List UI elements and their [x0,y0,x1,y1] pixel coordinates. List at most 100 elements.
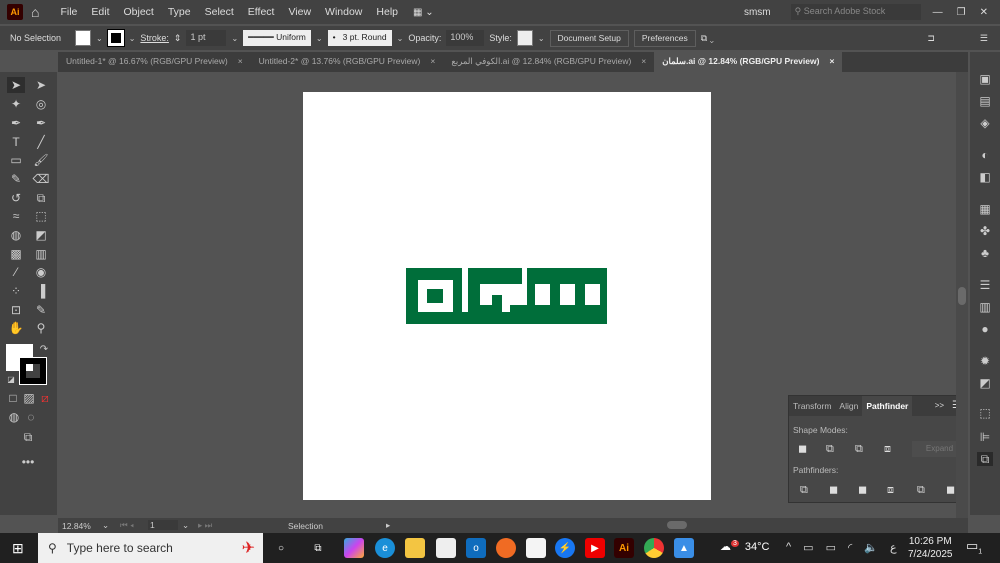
chevron-down-icon[interactable]: ⌄ [129,34,136,43]
wifi-icon[interactable]: ◜ [848,541,852,554]
taskbar-search-input[interactable]: Type here to search [67,541,173,555]
appearance-icon[interactable]: ✹ [977,354,993,368]
weather-widget[interactable]: ☁ 3 34°C [720,540,769,553]
column-graph-tool-icon[interactable]: ▐ [32,283,50,299]
paintbrush-tool-icon[interactable]: 🖌 [32,152,50,168]
variable-width-profile[interactable]: ━━━━━ Uniform [243,30,311,46]
direct-selection-tool-icon[interactable]: ➤ [32,77,50,93]
tab-pathfinder[interactable]: Pathfinder [862,396,913,416]
pen-tool-icon[interactable]: ✒ [7,115,25,131]
transform-icon[interactable]: ⬚ [977,406,993,420]
menu-effect[interactable]: Effect [241,6,282,18]
outlook-icon[interactable]: o [466,538,486,558]
chevron-down-icon[interactable]: ⌄ [538,34,545,43]
opacity-input[interactable]: 100% [446,30,485,46]
color-guide-icon[interactable]: ◧ [977,170,993,184]
rotate-tool-icon[interactable]: ↺ [7,190,25,206]
tab-untitled-1[interactable]: Untitled-1* @ 16.67% (RGB/GPU Preview) × [58,52,251,72]
free-transform-tool-icon[interactable]: ⬚ [32,208,50,224]
tab-transform[interactable]: Transform [789,396,835,416]
menu-object[interactable]: Object [116,6,160,18]
menu-edit[interactable]: Edit [84,6,116,18]
menu-view[interactable]: View [281,6,318,18]
more-tools-icon[interactable]: ••• [19,454,37,470]
input-language[interactable]: ع [890,541,897,554]
menu-window[interactable]: Window [318,6,369,18]
task-view-icon[interactable]: ⧉ [308,538,328,558]
exclude-icon[interactable]: ⧈ [884,443,896,455]
current-tool-status[interactable]: Selection [288,521,323,531]
stroke-label[interactable]: Stroke: [140,33,169,43]
merge-icon[interactable]: ◼ [858,484,870,496]
rectangle-tool-icon[interactable]: ▭ [7,152,25,168]
default-colors-icon[interactable]: ◪ [2,372,20,388]
chevron-down-icon[interactable]: ⌄ [316,34,323,43]
swatches-icon[interactable]: ▦ [977,202,993,216]
close-tab-icon[interactable]: × [829,56,834,68]
stroke-stepper[interactable]: ⇕ [174,33,182,44]
unite-icon[interactable]: ◼ [798,443,810,455]
brush-definition[interactable]: • 3 pt. Round [327,30,392,46]
arrange-icon[interactable]: ⧉ ⌄ [701,33,714,44]
preferences-button[interactable]: Preferences [633,29,696,47]
taskbar-search[interactable]: ⚲ Type here to search ✈ [38,533,263,563]
menu-file[interactable]: File [53,6,84,18]
graphic-styles-icon[interactable]: ◩ [977,376,993,390]
horizontal-scrollbar[interactable] [403,519,953,531]
magic-wand-tool-icon[interactable]: ✦ [7,96,25,112]
artboard[interactable] [303,92,711,500]
scale-tool-icon[interactable]: ⧉ [32,190,50,206]
tab-untitled-2[interactable]: Untitled-2* @ 13.76% (RGB/GPU Preview) × [251,52,444,72]
stroke-icon[interactable]: ☰ [977,278,993,292]
crop-icon[interactable]: ⧈ [887,484,899,496]
hand-tool-icon[interactable]: ✋ [7,320,25,336]
chrome-icon[interactable] [644,538,664,558]
menu-type[interactable]: Type [161,6,198,18]
photos-icon[interactable]: ▲ [674,538,694,558]
draw-normal-icon[interactable]: ◍ [5,409,23,425]
shaper-tool-icon[interactable]: ✎ [7,171,25,187]
close-tab-icon[interactable]: × [238,56,243,68]
microsoft-store-icon[interactable] [436,538,456,558]
artboard-number[interactable]: 1 [148,520,178,530]
status-menu-icon[interactable]: ▸ [386,520,390,531]
stock-search-input[interactable]: Search Adobe Stock [804,6,886,16]
stroke-color-swatch[interactable] [19,357,47,385]
copilot-icon[interactable] [344,538,364,558]
panel-menu-icon[interactable]: ☰ [980,33,988,44]
warp-tool-icon[interactable]: ≈ [7,208,25,224]
chevron-down-icon[interactable]: ⌄ [96,34,103,43]
fill-swatch[interactable] [75,30,91,46]
gradient-tool-icon[interactable]: ▥ [32,246,50,262]
slice-tool-icon[interactable]: ✎ [32,302,50,318]
perspective-grid-tool-icon[interactable]: ◩ [32,227,50,243]
libraries-icon[interactable]: ▤ [977,94,993,108]
shape-builder-tool-icon[interactable]: ◍ [7,227,25,243]
draw-behind-icon[interactable]: ◌ [22,409,40,425]
close-icon[interactable]: ✕ [980,7,988,18]
pathfinder-icon[interactable]: ⧉ [977,452,993,466]
vertical-scrollbar[interactable] [956,72,968,518]
file-explorer-icon[interactable] [405,538,425,558]
swap-colors-icon[interactable]: ↷ [35,342,53,358]
volume-icon[interactable]: 🔈 [864,541,878,554]
artboard-tool-icon[interactable]: ⊡ [7,302,25,318]
screen-mode-icon[interactable]: ⧉ [19,429,37,445]
document-setup-button[interactable]: Document Setup [549,29,629,47]
tab-align[interactable]: Align [835,396,862,416]
tab-kufi-square[interactable]: الكوفي المربع.ai @ 12.84% (RGB/GPU Previ… [443,52,654,72]
lasso-tool-icon[interactable]: ◎ [32,96,50,112]
battery-icon[interactable]: ▭ [826,541,836,554]
stock-search[interactable]: ⚲ Search Adobe Stock [790,4,921,20]
zoom-level[interactable]: 12.84% [62,521,91,531]
arrange-documents-icon[interactable]: ▦ ⌄ [413,7,434,18]
trim-icon[interactable]: ◼ [829,484,841,496]
firefox-icon[interactable] [496,538,516,558]
kufic-salman-logo[interactable] [303,92,711,500]
stroke-swatch[interactable] [106,29,125,47]
notifications-icon[interactable]: ▭1 [966,538,982,556]
layers-icon[interactable]: ◈ [977,116,993,130]
line-tool-icon[interactable]: ╱ [32,134,50,150]
align-panel-icon[interactable]: ⊫ [977,430,993,444]
panel-collapse-icon[interactable]: >> [933,396,946,416]
